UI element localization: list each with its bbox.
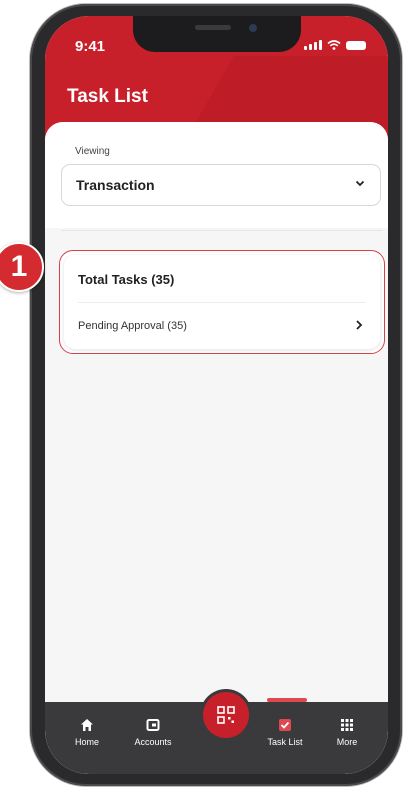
viewing-dropdown[interactable]: Transaction [61,164,381,206]
app-screen: 9:41 Task List Viewing Transaction Total… [45,16,388,774]
viewing-section: Viewing Transaction [45,122,388,228]
wifi-icon [327,40,341,50]
grid-icon [341,719,353,731]
signal-icon [304,40,322,50]
main-content: Viewing Transaction Total Tasks (35) Pen… [45,122,388,722]
wallet-icon [146,719,160,731]
viewing-label: Viewing [75,146,110,157]
nav-task-list-label: Task List [267,737,303,747]
battery-icon [346,41,366,50]
viewing-selected-value: Transaction [76,177,155,193]
page-title: Task List [67,86,148,107]
task-summary-card: Total Tasks (35) Pending Approval (35) [59,250,385,354]
chevron-down-icon [355,180,365,187]
total-tasks-heading: Total Tasks (35) [78,272,175,287]
section-divider [61,230,383,231]
phone-notch [133,16,301,52]
bottom-nav: Home Accounts Task List More [45,692,388,774]
active-tab-indicator [267,698,307,702]
home-icon [81,719,93,731]
qr-scan-icon [217,706,235,724]
chevron-right-icon [356,320,363,330]
nav-more[interactable]: More [317,718,377,747]
pending-approval-label: Pending Approval (35) [78,320,187,332]
nav-accounts[interactable]: Accounts [123,718,183,747]
qr-scan-button[interactable] [203,692,249,738]
status-time: 9:41 [75,38,106,55]
nav-more-label: More [336,737,358,747]
status-icons [304,40,366,50]
nav-home-label: Home [74,737,99,747]
nav-accounts-label: Accounts [134,737,172,747]
phone-frame: 9:41 Task List Viewing Transaction Total… [30,4,402,786]
nav-task-list[interactable]: Task List [255,718,315,747]
nav-home[interactable]: Home [57,718,117,747]
task-check-icon [279,719,291,731]
task-divider [78,302,366,303]
